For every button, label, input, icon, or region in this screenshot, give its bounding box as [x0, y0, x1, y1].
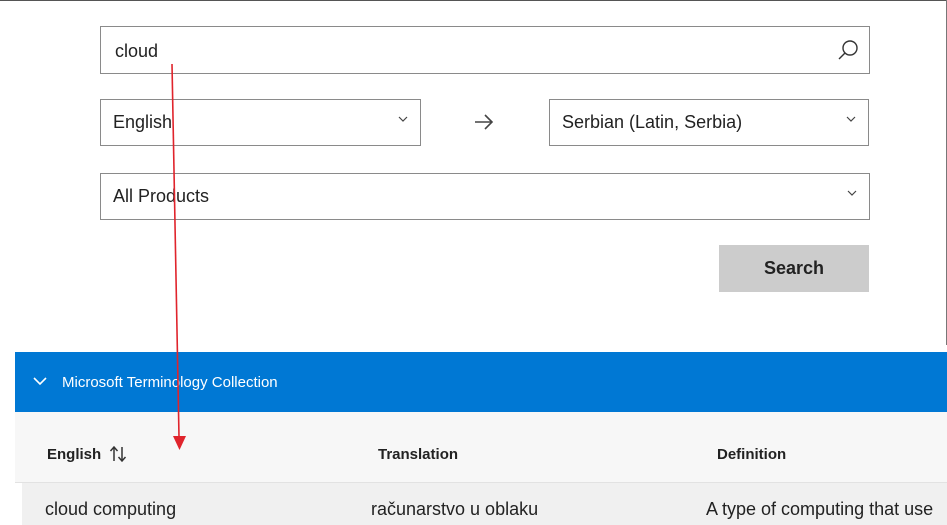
cell-definition: A type of computing that use [706, 499, 934, 519]
chevron-down-icon [847, 190, 857, 196]
table-header: English Translation Definition [15, 412, 947, 483]
top-divider [0, 0, 947, 1]
source-language-select[interactable]: English [100, 99, 421, 146]
collection-header[interactable]: Microsoft Terminology Collection [15, 352, 947, 412]
search-button[interactable]: Search [719, 245, 869, 292]
chevron-down-icon [398, 116, 408, 122]
product-select[interactable]: All Products [100, 173, 870, 220]
product-value: All Products [113, 186, 210, 206]
sort-icon[interactable] [109, 444, 127, 464]
search-icon[interactable] [837, 39, 859, 61]
target-language-select[interactable]: Serbian (Latin, Serbia) [549, 99, 869, 146]
column-header-definition: Definition [717, 446, 787, 463]
cell-english: cloud computing [45, 499, 177, 519]
cell-translation: računarstvo u oblaku [371, 499, 539, 519]
target-language-value: Serbian (Latin, Serbia) [562, 112, 743, 132]
chevron-down-icon [846, 116, 856, 122]
source-language-value: English [113, 112, 173, 132]
column-header-english[interactable]: English [47, 446, 101, 463]
collection-title: Microsoft Terminology Collection [62, 374, 278, 391]
arrow-right-icon [475, 114, 494, 130]
column-header-translation: Translation [378, 446, 459, 463]
table-row[interactable]: cloud computing računarstvo u oblaku A t… [22, 483, 947, 525]
collapse-chevron-icon[interactable] [33, 376, 47, 386]
search-input-value: cloud [115, 41, 159, 61]
search-input[interactable]: cloud [100, 26, 870, 74]
